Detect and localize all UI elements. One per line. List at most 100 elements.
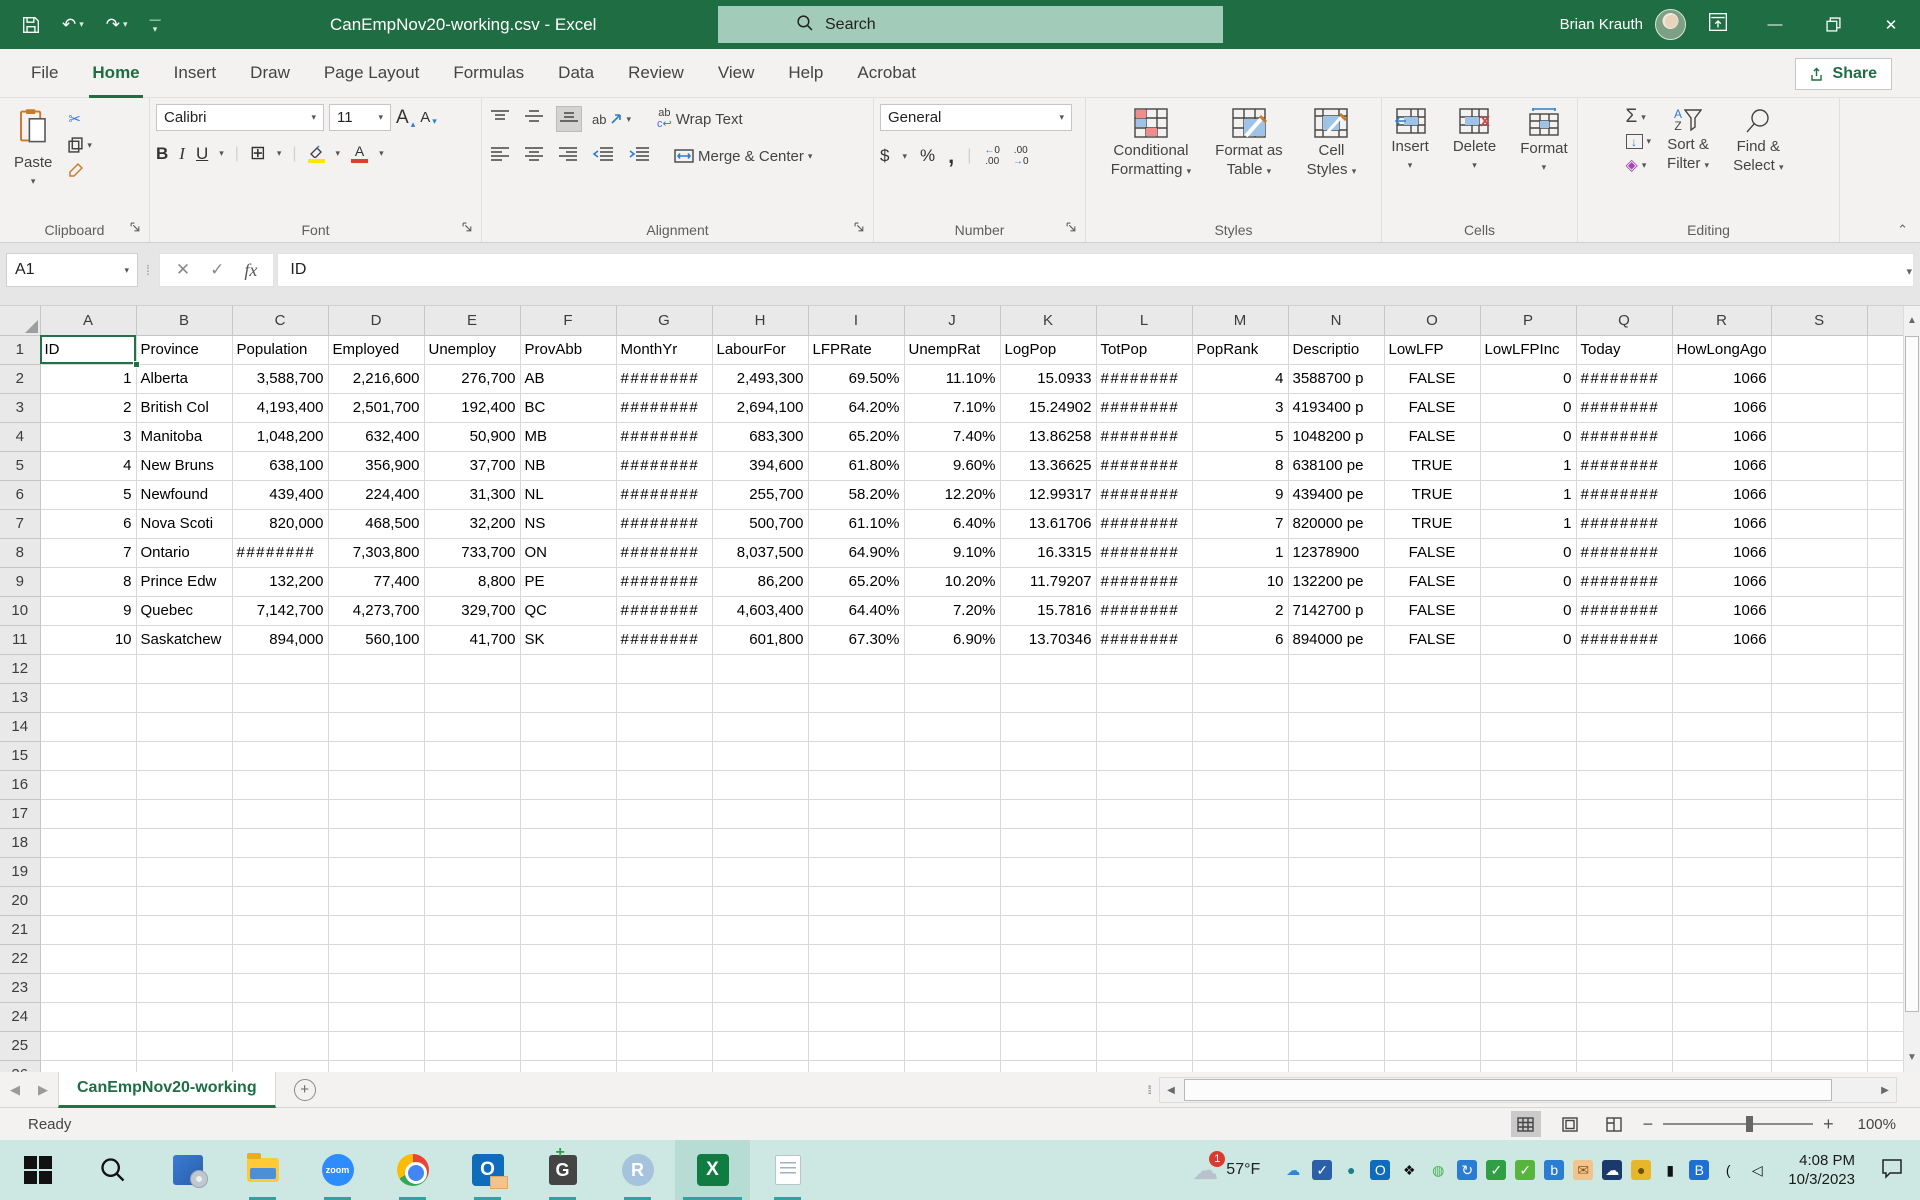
cell[interactable]: 5 (1192, 422, 1289, 452)
mail-icon[interactable]: ✉ (1573, 1160, 1594, 1180)
cell[interactable]: ######## (1576, 538, 1673, 568)
cell[interactable] (1192, 1002, 1289, 1032)
cell[interactable] (904, 915, 1001, 945)
cell[interactable] (1192, 973, 1289, 1003)
cell[interactable] (712, 770, 809, 800)
cell[interactable]: 15.7816 (1000, 596, 1097, 626)
volume-icon[interactable]: ◁ (1747, 1160, 1767, 1180)
cell[interactable] (328, 741, 425, 771)
cell[interactable]: Today (1576, 335, 1673, 365)
cell[interactable]: New Bruns (136, 451, 233, 481)
cell[interactable] (1576, 712, 1673, 742)
cell[interactable]: Employed (328, 335, 425, 365)
bing-icon[interactable]: b (1544, 1160, 1565, 1180)
cell[interactable] (616, 944, 713, 974)
cell[interactable] (40, 741, 137, 771)
cell[interactable] (1000, 944, 1097, 974)
cell[interactable] (1576, 799, 1673, 829)
cell[interactable]: 192,400 (424, 393, 521, 423)
cell[interactable] (1480, 886, 1577, 916)
fill-icon[interactable]: ↓ ▾ (1625, 134, 1651, 149)
cell[interactable] (1576, 944, 1673, 974)
cell[interactable]: 1 (1480, 451, 1577, 481)
cell[interactable] (232, 915, 329, 945)
cell[interactable]: LowLFP (1384, 335, 1481, 365)
horizontal-scrollbar[interactable]: ◀ ▶ (1159, 1077, 1897, 1103)
cell[interactable]: 16.3315 (1000, 538, 1097, 568)
row-header-19[interactable]: 19 (0, 857, 41, 887)
cell[interactable] (136, 741, 233, 771)
row-header-16[interactable]: 16 (0, 770, 41, 800)
cell[interactable] (712, 857, 809, 887)
share-button[interactable]: Share (1794, 58, 1892, 90)
cell[interactable] (1867, 364, 1907, 394)
align-center-icon[interactable] (522, 144, 546, 168)
cell[interactable]: ######## (1096, 538, 1193, 568)
cell[interactable]: 0 (1480, 538, 1577, 568)
cell[interactable]: Population (232, 335, 329, 365)
cell[interactable] (1771, 857, 1868, 887)
zoom-in-icon[interactable]: + (1823, 1114, 1834, 1135)
column-header-D[interactable]: D (328, 306, 425, 336)
delete-cells-button[interactable]: Delete ▾ (1445, 104, 1504, 174)
cell[interactable] (328, 712, 425, 742)
cell[interactable] (328, 799, 425, 829)
cell[interactable]: QC (520, 596, 617, 626)
cell[interactable]: FALSE (1384, 393, 1481, 423)
cell[interactable] (712, 654, 809, 684)
cell[interactable]: 132,200 (232, 567, 329, 597)
page-layout-view-icon[interactable] (1555, 1111, 1585, 1137)
cell[interactable]: FALSE (1384, 567, 1481, 597)
cell[interactable]: 7142700 p (1288, 596, 1385, 626)
cell[interactable]: 58.20% (808, 480, 905, 510)
cell[interactable] (1000, 886, 1097, 916)
notepad[interactable] (750, 1140, 825, 1200)
cell[interactable] (808, 886, 905, 916)
cell[interactable]: 4 (40, 451, 137, 481)
cell[interactable] (520, 828, 617, 858)
cell[interactable] (232, 944, 329, 974)
cell[interactable]: 2 (1192, 596, 1289, 626)
cell[interactable]: ProvAbb (520, 335, 617, 365)
insert-cells-button[interactable]: Insert ▾ (1383, 104, 1437, 174)
cell[interactable]: 1066 (1672, 393, 1772, 423)
column-header-O[interactable]: O (1384, 306, 1481, 336)
cell[interactable] (1672, 712, 1772, 742)
cell[interactable] (328, 1002, 425, 1032)
cell[interactable] (1096, 683, 1193, 713)
cell[interactable] (40, 828, 137, 858)
cell[interactable] (136, 857, 233, 887)
cell[interactable] (40, 1031, 137, 1061)
cell[interactable] (1192, 683, 1289, 713)
cell[interactable] (1576, 886, 1673, 916)
cell[interactable] (1384, 1060, 1481, 1072)
cell[interactable]: 77,400 (328, 567, 425, 597)
cell[interactable]: FALSE (1384, 538, 1481, 568)
onedrive-icon[interactable]: ☁ (1283, 1160, 1303, 1180)
fill-color-icon[interactable] (307, 144, 325, 163)
row-header-2[interactable]: 2 (0, 364, 41, 394)
cell[interactable]: 0 (1480, 596, 1577, 626)
row-header-7[interactable]: 7 (0, 509, 41, 539)
format-painter-icon[interactable] (68, 162, 92, 178)
cell[interactable]: 7 (1192, 509, 1289, 539)
cell[interactable] (136, 944, 233, 974)
cell[interactable] (904, 799, 1001, 829)
cell[interactable]: 86,200 (712, 567, 809, 597)
cell[interactable] (1288, 712, 1385, 742)
cell[interactable]: 7 (40, 538, 137, 568)
cell[interactable] (1576, 828, 1673, 858)
cell[interactable]: 5 (40, 480, 137, 510)
cell[interactable] (1576, 741, 1673, 771)
cell[interactable]: PopRank (1192, 335, 1289, 365)
cell[interactable] (1867, 741, 1907, 771)
action-center-icon[interactable] (1880, 1156, 1904, 1185)
cell[interactable] (1867, 1060, 1907, 1072)
row-header-4[interactable]: 4 (0, 422, 41, 452)
cell[interactable]: 41,700 (424, 625, 521, 655)
cell[interactable] (424, 1002, 521, 1032)
cell[interactable]: 10.20% (904, 567, 1001, 597)
scrollbar-splitter[interactable]: ⁞⁞ (1147, 1083, 1151, 1097)
file-explorer[interactable] (225, 1140, 300, 1200)
cell[interactable] (1288, 1031, 1385, 1061)
